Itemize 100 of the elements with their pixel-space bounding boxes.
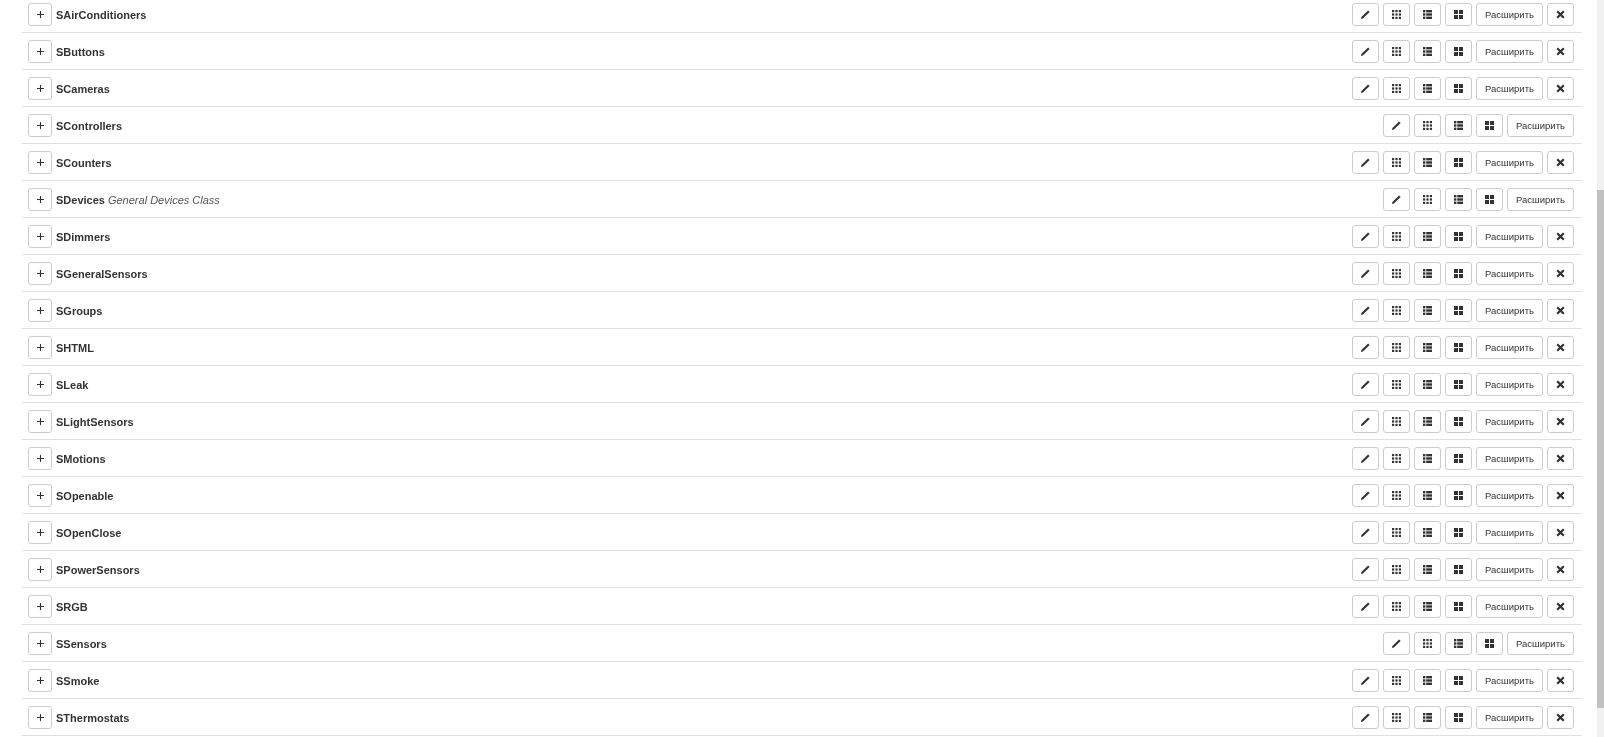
add-button[interactable] [28,373,52,396]
expand-button[interactable]: Расширить [1476,558,1543,581]
list-view-button[interactable] [1414,447,1441,470]
delete-button[interactable] [1547,521,1574,544]
add-button[interactable] [28,114,52,137]
tiles-view-button[interactable] [1445,595,1472,618]
add-button[interactable] [28,188,52,211]
grid-view-button[interactable] [1383,521,1410,544]
edit-button[interactable] [1352,669,1379,692]
add-button[interactable] [28,447,52,470]
add-button[interactable] [28,40,52,63]
add-button[interactable] [28,336,52,359]
delete-button[interactable] [1547,373,1574,396]
tiles-view-button[interactable] [1445,77,1472,100]
tiles-view-button[interactable] [1445,3,1472,26]
delete-button[interactable] [1547,262,1574,285]
expand-button[interactable]: Расширить [1476,410,1543,433]
edit-button[interactable] [1352,336,1379,359]
grid-view-button[interactable] [1383,336,1410,359]
add-button[interactable] [28,521,52,544]
tiles-view-button[interactable] [1476,632,1503,655]
list-view-button[interactable] [1414,410,1441,433]
list-view-button[interactable] [1445,188,1472,211]
list-view-button[interactable] [1414,77,1441,100]
add-button[interactable] [28,299,52,322]
tiles-view-button[interactable] [1445,521,1472,544]
grid-view-button[interactable] [1383,595,1410,618]
add-button[interactable] [28,262,52,285]
add-button[interactable] [28,558,52,581]
expand-button[interactable]: Расширить [1476,40,1543,63]
delete-button[interactable] [1547,225,1574,248]
add-button[interactable] [28,410,52,433]
delete-button[interactable] [1547,3,1574,26]
list-view-button[interactable] [1414,373,1441,396]
add-button[interactable] [28,3,52,26]
delete-button[interactable] [1547,151,1574,174]
add-button[interactable] [28,225,52,248]
expand-button[interactable]: Расширить [1476,706,1543,729]
list-view-button[interactable] [1414,558,1441,581]
tiles-view-button[interactable] [1445,373,1472,396]
tiles-view-button[interactable] [1445,669,1472,692]
add-button[interactable] [28,484,52,507]
list-view-button[interactable] [1414,151,1441,174]
expand-button[interactable]: Расширить [1476,373,1543,396]
expand-button[interactable]: Расширить [1476,336,1543,359]
tiles-view-button[interactable] [1445,447,1472,470]
add-button[interactable] [28,669,52,692]
add-button[interactable] [28,151,52,174]
grid-view-button[interactable] [1383,558,1410,581]
list-view-button[interactable] [1414,706,1441,729]
list-view-button[interactable] [1414,521,1441,544]
add-button[interactable] [28,706,52,729]
delete-button[interactable] [1547,336,1574,359]
edit-button[interactable] [1352,410,1379,433]
add-button[interactable] [28,632,52,655]
expand-button[interactable]: Расширить [1507,114,1574,137]
expand-button[interactable]: Расширить [1476,484,1543,507]
grid-view-button[interactable] [1383,447,1410,470]
delete-button[interactable] [1547,484,1574,507]
tiles-view-button[interactable] [1445,484,1472,507]
delete-button[interactable] [1547,40,1574,63]
list-view-button[interactable] [1414,595,1441,618]
expand-button[interactable]: Расширить [1507,632,1574,655]
grid-view-button[interactable] [1383,3,1410,26]
tiles-view-button[interactable] [1476,114,1503,137]
expand-button[interactable]: Расширить [1476,77,1543,100]
grid-view-button[interactable] [1383,77,1410,100]
list-view-button[interactable] [1414,262,1441,285]
edit-button[interactable] [1383,632,1410,655]
tiles-view-button[interactable] [1476,188,1503,211]
edit-button[interactable] [1352,40,1379,63]
edit-button[interactable] [1352,77,1379,100]
list-view-button[interactable] [1414,299,1441,322]
list-view-button[interactable] [1445,632,1472,655]
list-view-button[interactable] [1414,225,1441,248]
grid-view-button[interactable] [1383,299,1410,322]
tiles-view-button[interactable] [1445,410,1472,433]
expand-button[interactable]: Расширить [1476,299,1543,322]
delete-button[interactable] [1547,410,1574,433]
edit-button[interactable] [1352,373,1379,396]
delete-button[interactable] [1547,447,1574,470]
delete-button[interactable] [1547,299,1574,322]
grid-view-button[interactable] [1383,484,1410,507]
tiles-view-button[interactable] [1445,262,1472,285]
edit-button[interactable] [1383,188,1410,211]
tiles-view-button[interactable] [1445,706,1472,729]
expand-button[interactable]: Расширить [1476,521,1543,544]
edit-button[interactable] [1352,299,1379,322]
tiles-view-button[interactable] [1445,558,1472,581]
edit-button[interactable] [1352,595,1379,618]
tiles-view-button[interactable] [1445,299,1472,322]
delete-button[interactable] [1547,669,1574,692]
edit-button[interactable] [1352,706,1379,729]
grid-view-button[interactable] [1383,669,1410,692]
expand-button[interactable]: Расширить [1476,262,1543,285]
expand-button[interactable]: Расширить [1476,225,1543,248]
list-view-button[interactable] [1445,114,1472,137]
scrollbar-thumb[interactable] [1597,190,1604,708]
list-view-button[interactable] [1414,484,1441,507]
edit-button[interactable] [1352,151,1379,174]
